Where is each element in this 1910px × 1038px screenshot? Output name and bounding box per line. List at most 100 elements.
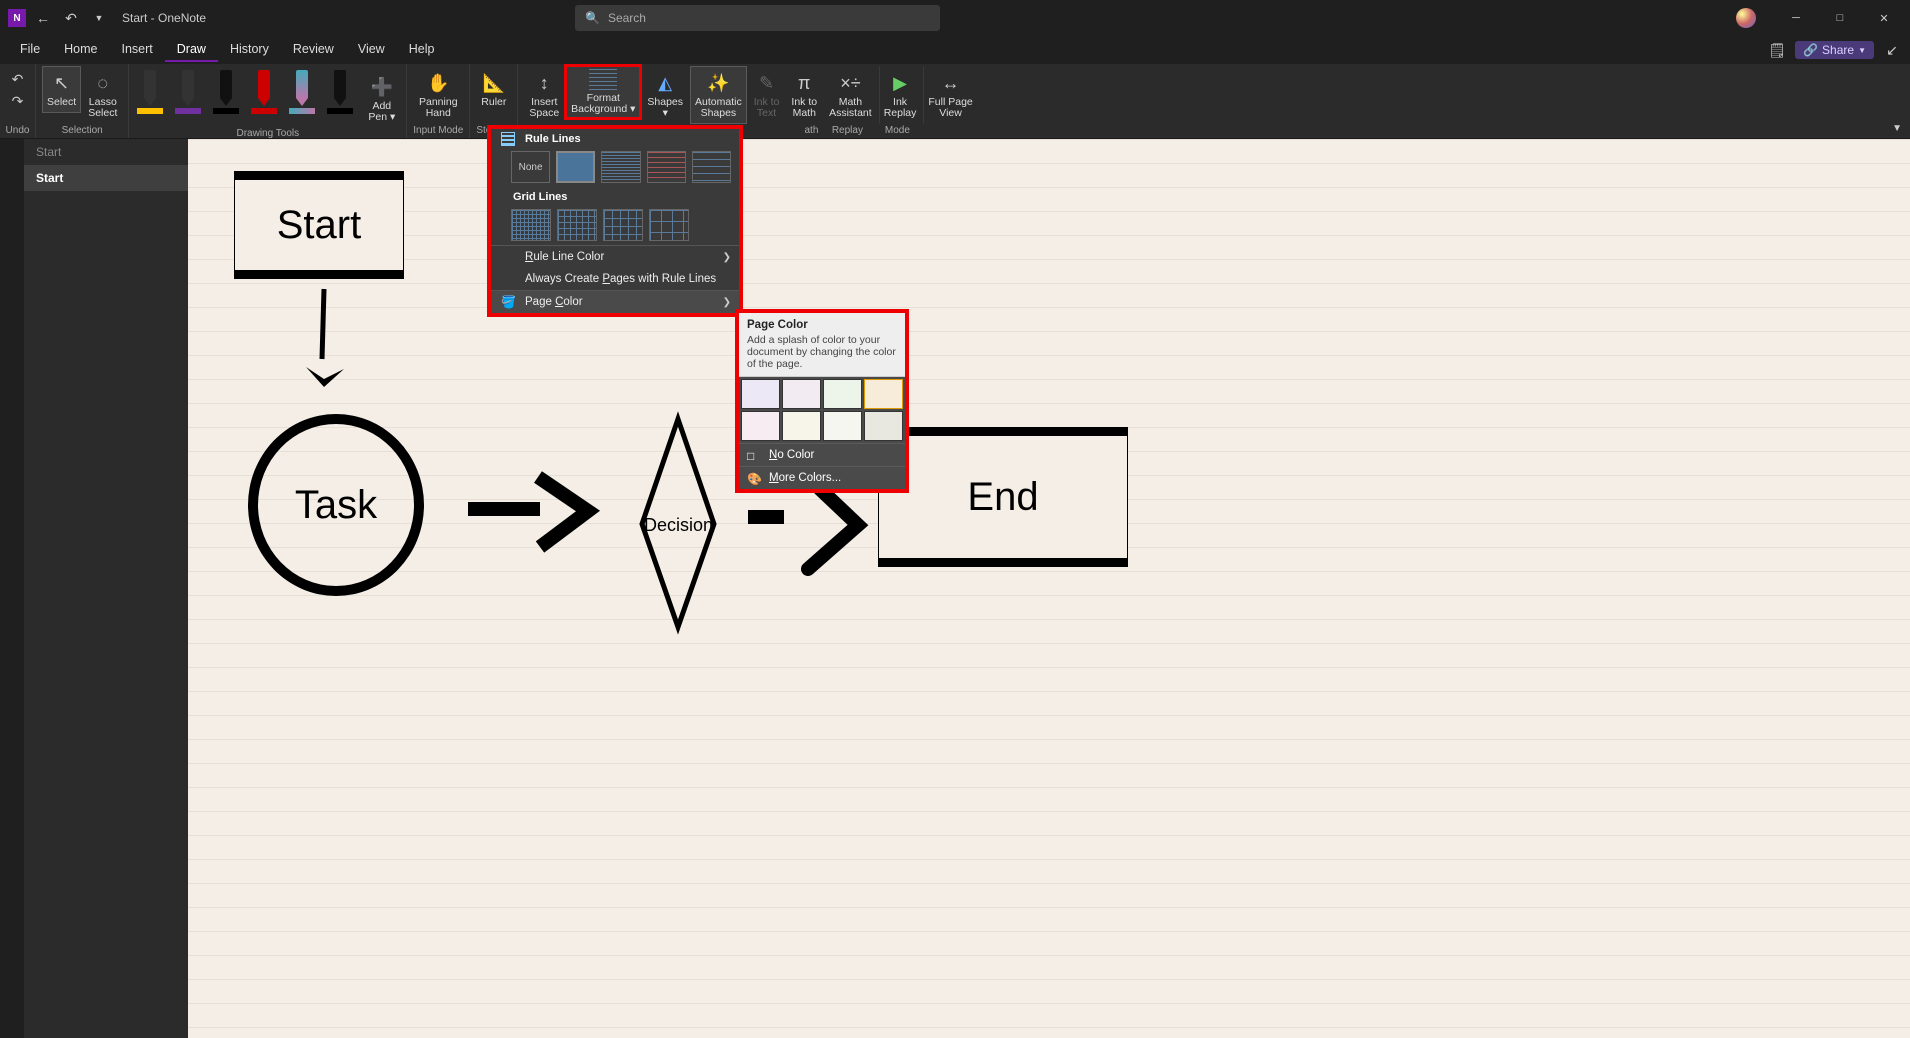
- share-icon: 🔗: [1803, 43, 1818, 57]
- pen-highlighter[interactable]: [325, 70, 355, 114]
- pen-purple[interactable]: [173, 70, 203, 114]
- color-grid: [739, 377, 905, 443]
- search-input[interactable]: 🔍 Search: [575, 5, 940, 31]
- pen-yellow[interactable]: [135, 70, 165, 114]
- minimize-icon[interactable]: ─: [1774, 2, 1818, 34]
- pen-red[interactable]: [249, 70, 279, 114]
- color-stone[interactable]: [864, 411, 903, 441]
- ink-to-math-button[interactable]: π Ink to Math: [786, 66, 822, 124]
- rule-wide[interactable]: [692, 151, 731, 183]
- rule-standard[interactable]: [647, 151, 686, 183]
- page-item-current[interactable]: Start: [24, 165, 188, 191]
- pen-galaxy[interactable]: [287, 70, 317, 114]
- rule-line-color-item[interactable]: Rule Line Color ❯: [491, 245, 739, 268]
- close-icon[interactable]: ✕: [1862, 2, 1906, 34]
- no-color-icon: □: [747, 449, 754, 463]
- share-label: Share: [1822, 43, 1854, 57]
- lasso-select-button[interactable]: ◌ Lasso Select: [83, 66, 122, 124]
- undo-icon[interactable]: ↶: [60, 7, 82, 29]
- menu-review[interactable]: Review: [281, 38, 346, 62]
- select-button[interactable]: ↖ Select: [42, 66, 81, 113]
- collapse-ribbon-icon[interactable]: ↙: [1880, 38, 1904, 62]
- ribbon: ↶ ↷ Undo ↖ Select ◌ Lasso Select Selecti…: [0, 64, 1910, 139]
- ruler-button[interactable]: 📐 Ruler: [476, 66, 511, 113]
- menu-view[interactable]: View: [346, 38, 397, 62]
- color-rose[interactable]: [741, 411, 780, 441]
- color-wheel-icon: 🎨: [747, 472, 762, 486]
- share-button[interactable]: 🔗 Share ▼: [1795, 41, 1874, 59]
- pen-black[interactable]: [211, 70, 241, 114]
- color-apricot[interactable]: [864, 379, 903, 409]
- menu-file[interactable]: File: [8, 38, 52, 62]
- format-background-button[interactable]: Format Background ▾: [566, 66, 640, 118]
- menu-insert[interactable]: Insert: [110, 38, 165, 62]
- rule-college[interactable]: [601, 151, 640, 183]
- flyout-header: Page Color Add a splash of color to your…: [739, 313, 905, 377]
- menu-history[interactable]: History: [218, 38, 281, 62]
- grid-small[interactable]: [511, 209, 551, 241]
- arrow-right-1[interactable]: [468, 469, 608, 559]
- shape-start-label: Start: [277, 203, 361, 248]
- arrow-down[interactable]: [298, 289, 358, 399]
- add-pen-label: Add Pen ▾: [368, 101, 395, 123]
- shape-task[interactable]: Task: [248, 414, 424, 596]
- shape-end[interactable]: End: [878, 427, 1128, 567]
- select-label: Select: [47, 97, 76, 108]
- math-assist-icon: ×÷: [838, 71, 862, 95]
- chevron-right-icon: ❯: [723, 252, 731, 263]
- menu-home[interactable]: Home: [52, 38, 109, 62]
- arrow-right-2[interactable]: [748, 489, 868, 579]
- shapes-button[interactable]: ◭ Shapes ▾: [642, 66, 688, 124]
- notes-icon[interactable]: 🗒: [1765, 38, 1789, 62]
- math-assist-label: Math Assistant: [829, 97, 872, 119]
- color-cream[interactable]: [782, 411, 821, 441]
- more-colors-item[interactable]: 🎨 More Colors...: [739, 466, 905, 489]
- auto-shapes-icon: ✨: [706, 71, 730, 95]
- group-mode-label: Mode: [872, 125, 922, 138]
- menu-bar: File Home Insert Draw History Review Vie…: [0, 36, 1910, 64]
- ribbon-expand-icon[interactable]: ▼: [1892, 123, 1902, 134]
- page-item-prev[interactable]: Start: [24, 139, 188, 165]
- add-pen-button[interactable]: ➕ Add Pen ▾: [363, 70, 400, 128]
- cursor-icon: ↖: [50, 71, 74, 95]
- always-create-rule-lines-item[interactable]: Always Create Pages with Rule Lines: [491, 268, 739, 290]
- automatic-shapes-button[interactable]: ✨ Automatic Shapes: [690, 66, 747, 124]
- search-placeholder: Search: [608, 11, 646, 25]
- search-icon: 🔍: [585, 11, 600, 25]
- shape-end-label: End: [967, 475, 1038, 520]
- rule-narrow[interactable]: [556, 151, 595, 183]
- ink-replay-button[interactable]: ▶ Ink Replay: [879, 66, 922, 124]
- no-color-item[interactable]: □ No Color: [739, 443, 905, 466]
- color-lavender[interactable]: [741, 379, 780, 409]
- format-bg-label: Format Background ▾: [571, 93, 635, 115]
- redo-button[interactable]: ↷: [8, 91, 28, 111]
- page-color-item[interactable]: 🪣 Page Color ❯: [491, 290, 739, 313]
- title-bar: N ← ↶ ▼ Start - OneNote 🔍 Search ─ □ ✕: [0, 0, 1910, 36]
- canvas[interactable]: Start Task Decision End: [188, 139, 1910, 1038]
- qat-dropdown-icon[interactable]: ▼: [88, 7, 110, 29]
- grid-large[interactable]: [603, 209, 643, 241]
- menu-help[interactable]: Help: [397, 38, 447, 62]
- rule-none[interactable]: None: [511, 151, 550, 183]
- group-selection-label: Selection: [62, 125, 103, 138]
- back-icon[interactable]: ←: [32, 7, 54, 29]
- color-mint[interactable]: [823, 379, 862, 409]
- grid-xlarge[interactable]: [649, 209, 689, 241]
- chevron-down-icon: ▼: [1858, 46, 1866, 55]
- ink-math-icon: π: [792, 71, 816, 95]
- color-lilac[interactable]: [782, 379, 821, 409]
- insert-space-button[interactable]: ↕ Insert Space: [524, 66, 564, 124]
- user-avatar[interactable]: [1736, 8, 1756, 28]
- full-page-view-button[interactable]: ↔ Full Page View: [923, 66, 977, 124]
- ruler-icon: 📐: [482, 71, 506, 95]
- grid-medium[interactable]: [557, 209, 597, 241]
- color-ivory[interactable]: [823, 411, 862, 441]
- maximize-icon[interactable]: □: [1818, 2, 1862, 34]
- shape-start[interactable]: Start: [234, 171, 404, 279]
- math-assistant-button[interactable]: ×÷ Math Assistant: [824, 66, 877, 124]
- menu-draw[interactable]: Draw: [165, 38, 218, 62]
- window-title: Start - OneNote: [122, 11, 206, 25]
- undo-button[interactable]: ↶: [8, 69, 28, 89]
- panning-hand-button[interactable]: ✋ Panning Hand: [414, 66, 463, 124]
- notebook-nav[interactable]: [0, 139, 24, 1038]
